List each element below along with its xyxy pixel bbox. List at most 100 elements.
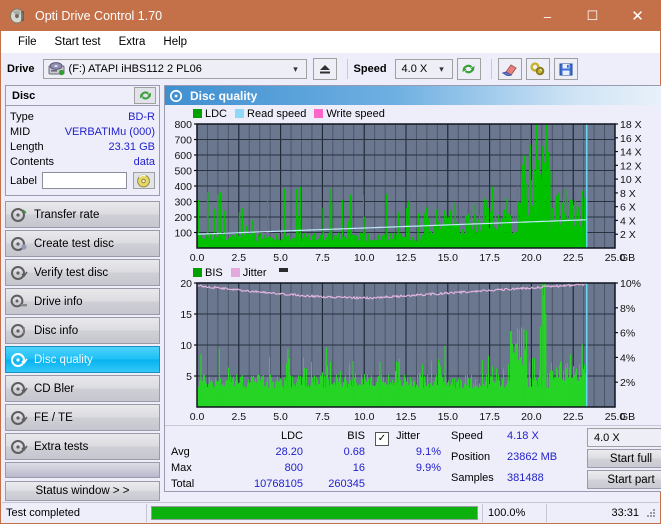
toolbar: Drive (F:) ATAPI iHBS112 2 PL06 ▾ Speed …: [1, 53, 660, 85]
disc-type-label: Type: [10, 110, 34, 123]
svg-text:22.5: 22.5: [563, 252, 584, 264]
legend-label: Write speed: [326, 107, 385, 120]
refresh-button[interactable]: [456, 58, 481, 80]
disc-row-type: Type BD-R: [10, 109, 155, 124]
svg-text:15.0: 15.0: [438, 252, 459, 264]
eject-icon: [319, 65, 330, 74]
disc-row-length: Length 23.31 GB: [10, 139, 155, 154]
position-stat-label: Position: [451, 451, 491, 463]
erase-button[interactable]: [497, 58, 522, 80]
svg-text:8 X: 8 X: [620, 188, 636, 200]
toolbar-separator: [490, 59, 492, 79]
disc-type-value: BD-R: [128, 110, 155, 123]
disc-row-contents: Contents data: [10, 154, 155, 169]
legend-swatch-bis: [193, 268, 202, 277]
svg-text:12 X: 12 X: [620, 160, 642, 172]
disc-check-icon: [10, 265, 28, 281]
disc-label-button[interactable]: [132, 172, 155, 189]
sidebar-item-cd-bler[interactable]: CD Bler: [5, 375, 160, 402]
svg-text:10%: 10%: [620, 279, 641, 290]
stats-row-label-max: Max: [171, 462, 192, 474]
stats-header-ldc: LDC: [280, 430, 303, 442]
menu-bar: File Start test Extra Help: [1, 31, 660, 53]
minimize-button[interactable]: –: [525, 1, 570, 31]
test-speed-select[interactable]: 4.0 X ▾: [587, 428, 661, 447]
stats-header-bis: BIS: [347, 430, 365, 442]
svg-text:15.0: 15.0: [438, 411, 459, 423]
svg-text:15: 15: [180, 309, 192, 321]
menu-start-test[interactable]: Start test: [46, 34, 110, 50]
panel-title: Disc quality: [190, 88, 258, 103]
sidebar-item-disc-quality[interactable]: Disc quality: [5, 346, 160, 373]
ldc-chart: 100 200 300 400 500 600 700 800 2 X 4 X6 X 8 X 10 X…: [167, 120, 661, 266]
window-title: Opti Drive Control 1.70: [35, 9, 163, 23]
tools-button[interactable]: [525, 58, 550, 80]
disc-refresh-button[interactable]: [134, 87, 156, 104]
resize-grip[interactable]: [645, 507, 657, 519]
progress-fill: [152, 506, 477, 519]
menu-file[interactable]: File: [9, 34, 46, 50]
sidebar-item-transfer-rate[interactable]: Transfer rate: [5, 201, 160, 228]
sidebar-item-label: Verify test disc: [34, 266, 109, 279]
drive-icon: [10, 294, 28, 310]
svg-text:22.5: 22.5: [563, 411, 584, 423]
sidebar-item-label: FE / TE: [34, 411, 73, 424]
menu-help[interactable]: Help: [154, 34, 196, 50]
bis-jitter-chart: 5 10 15 20 2% 4% 6% 8% 10% 0.0 2.5 5.0 7.5 10.0 12.5 15…: [167, 279, 661, 425]
main-body: Disc Type BD-R MID VERBATIMu (000) Lengt…: [1, 85, 661, 501]
disc-panel: Disc Type BD-R MID VERBATIMu (000) Lengt…: [5, 85, 160, 196]
legend-jitter: Jitter: [230, 267, 267, 279]
stats-row-label-avg: Avg: [171, 446, 190, 458]
speed-label: Speed: [353, 63, 387, 75]
sidebar-item-label: Disc quality: [34, 353, 93, 366]
svg-text:16 X: 16 X: [620, 133, 642, 145]
test-speed-value: 4.0 X: [594, 431, 620, 444]
status-window-button[interactable]: Status window > >: [5, 481, 160, 501]
start-part-button[interactable]: Start part: [587, 470, 661, 489]
sidebar-item-fe-te[interactable]: FE / TE: [5, 404, 160, 431]
drive-label: Drive: [7, 63, 35, 75]
svg-text:200: 200: [174, 212, 192, 224]
save-button[interactable]: [553, 58, 578, 80]
legend-swatch-jitter: [230, 268, 240, 277]
svg-text:2%: 2%: [620, 377, 635, 389]
svg-text:5.0: 5.0: [273, 252, 288, 264]
close-button[interactable]: ✕: [615, 1, 660, 31]
sidebar-item-extra-tests[interactable]: Extra tests: [5, 433, 160, 460]
stats-row-label-total: Total: [171, 478, 195, 490]
svg-text:600: 600: [174, 150, 192, 162]
nav-filler: [5, 462, 160, 478]
legend-label: Read speed: [247, 107, 307, 120]
panel-header: Disc quality: [165, 86, 661, 105]
action-buttons: 4.0 X ▾ Start full Start part: [587, 428, 661, 491]
disc-icon: [10, 439, 28, 455]
drive-select[interactable]: (F:) ATAPI iHBS112 2 PL06 ▾: [42, 59, 307, 79]
drive-icon: [48, 62, 65, 76]
disc-quality-icon: [10, 352, 28, 368]
disc-info-rows: Type BD-R MID VERBATIMu (000) Length 23.…: [6, 106, 159, 195]
disc-label-input[interactable]: [42, 172, 128, 189]
svg-text:2.5: 2.5: [231, 252, 246, 264]
sidebar-item-label: Disc info: [34, 324, 79, 337]
maximize-button[interactable]: ☐: [570, 1, 615, 31]
sidebar-item-disc-info[interactable]: Disc info: [5, 317, 160, 344]
svg-text:10 X: 10 X: [620, 174, 642, 186]
legend-read-speed: Read speed: [235, 108, 306, 120]
svg-text:20.0: 20.0: [521, 252, 542, 264]
sidebar-item-create-test-disc[interactable]: Create test disc: [5, 230, 160, 257]
speed-select[interactable]: 4.0 X ▾: [394, 59, 453, 79]
svg-text:800: 800: [174, 120, 192, 131]
sidebar-item-verify-test-disc[interactable]: Verify test disc: [5, 259, 160, 286]
disc-contents-value: data: [133, 155, 155, 168]
legend-label: BIS: [205, 266, 223, 279]
legend-bis: BIS: [193, 267, 223, 279]
chevron-down-icon: ▾: [656, 432, 661, 443]
menu-extra[interactable]: Extra: [110, 34, 155, 50]
sidebar-item-drive-info[interactable]: Drive info: [5, 288, 160, 315]
svg-text:0.0: 0.0: [190, 252, 205, 264]
start-full-button[interactable]: Start full: [587, 449, 661, 468]
stats-total-bis: 260345: [328, 478, 365, 490]
sidebar-item-label: Transfer rate: [34, 208, 100, 221]
disc-quality-icon: [169, 89, 184, 103]
eject-button[interactable]: [312, 58, 337, 80]
